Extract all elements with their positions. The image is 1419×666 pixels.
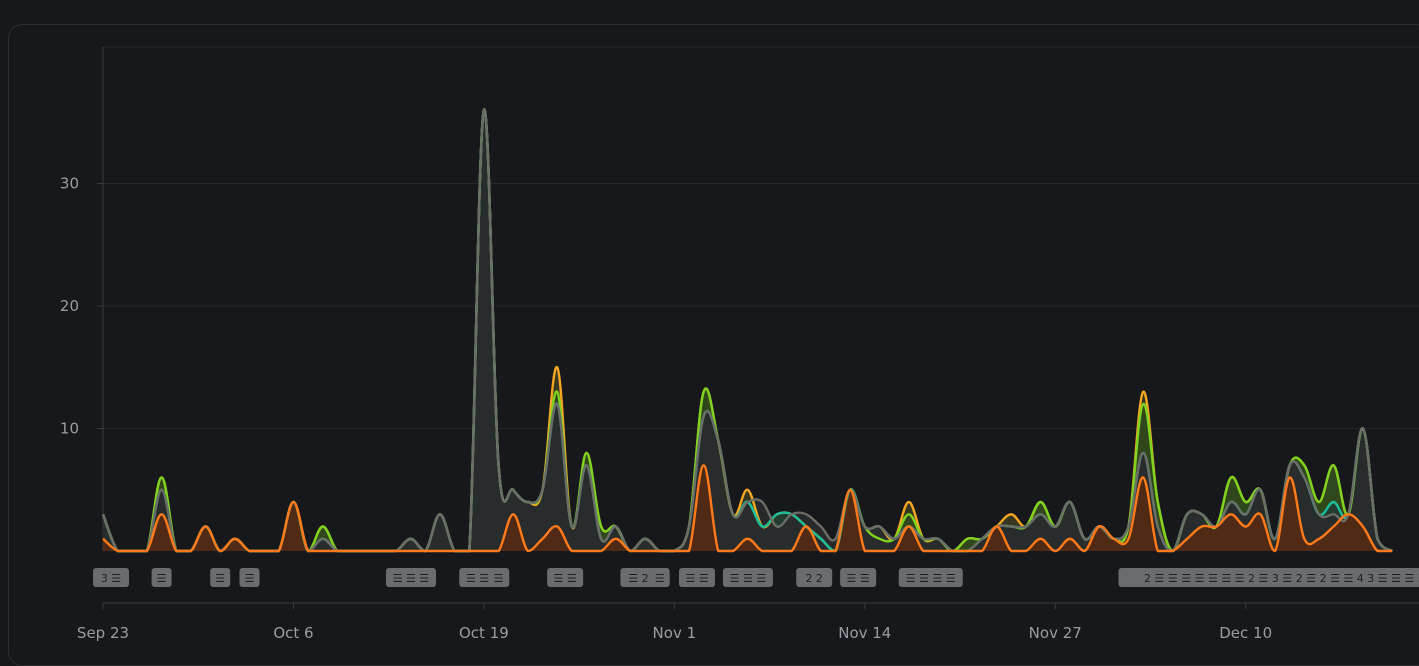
x-tick-label: Nov 1 [653,624,697,642]
series-line [103,109,1392,551]
annotation-label: 3 ☰ [101,572,121,585]
annotation-label: ☰ [494,572,504,585]
annotation-label: ☰ [157,572,167,585]
x-tick-label: Nov 27 [1029,624,1082,642]
annotation-label: ☰ ☰ ☰ [730,572,767,585]
y-tick-label: 10 [60,420,79,438]
annotation-label: ☰ ☰ [685,572,708,585]
x-tick-label: Nov 14 [838,624,891,642]
annotation-label: ☰ [215,572,225,585]
annotation-label: ☰ ☰ [847,572,870,585]
area-chart: 102030 3 ☰☰☰☰☰ ☰ ☰☰ ☰ ☰☰☰ ☰☰ 2☰☰ ☰☰ ☰ ☰2… [0,0,1419,646]
x-tick-label: Oct 19 [459,624,509,642]
series-area [103,109,1392,551]
x-tick-label: Oct 6 [273,624,313,642]
annotation-label: ☰ ☰ ☰ [393,572,430,585]
y-axis: 10 20 30 [60,175,79,438]
series-areas [103,109,1392,551]
annotation-label: 2 2 [805,572,823,585]
x-axis: Sep 23 Oct 6 Oct 19 Nov 1 Nov 14 Nov 27 Dec 10 [77,603,1419,642]
annotation-label: ☰ ☰ ☰ ☰ [906,572,956,585]
x-tick-label: Sep 23 [77,624,129,642]
series-line [103,109,1392,551]
series-line [103,109,1392,551]
series-area [103,109,1392,551]
series-lines [103,109,1392,551]
x-tick-label: Dec 10 [1219,624,1272,642]
y-tick-label: 20 [60,297,79,315]
series-area [103,109,1392,551]
annotation-label: ☰ [655,572,665,585]
annotation-row: 3 ☰☰☰☰☰ ☰ ☰☰ ☰ ☰☰☰ ☰☰ 2☰☰ ☰☰ ☰ ☰2 2☰ ☰☰ … [93,568,1419,587]
series-line [103,109,1392,551]
series-area [103,109,1392,551]
annotation-label: ☰ [245,572,255,585]
annotation-label: 2 ☰ ☰ ☰ ☰ ☰ ☰ ☰ 2 ☰ 3 ☰ 2 ☰ 2 ☰ ☰ 4 3 ☰ … [1144,572,1419,585]
annotation-label: ☰ 2 [628,572,648,585]
grid-lines [97,47,1419,551]
y-tick-label: 30 [60,175,79,193]
annotation-label: ☰ ☰ [554,572,577,585]
